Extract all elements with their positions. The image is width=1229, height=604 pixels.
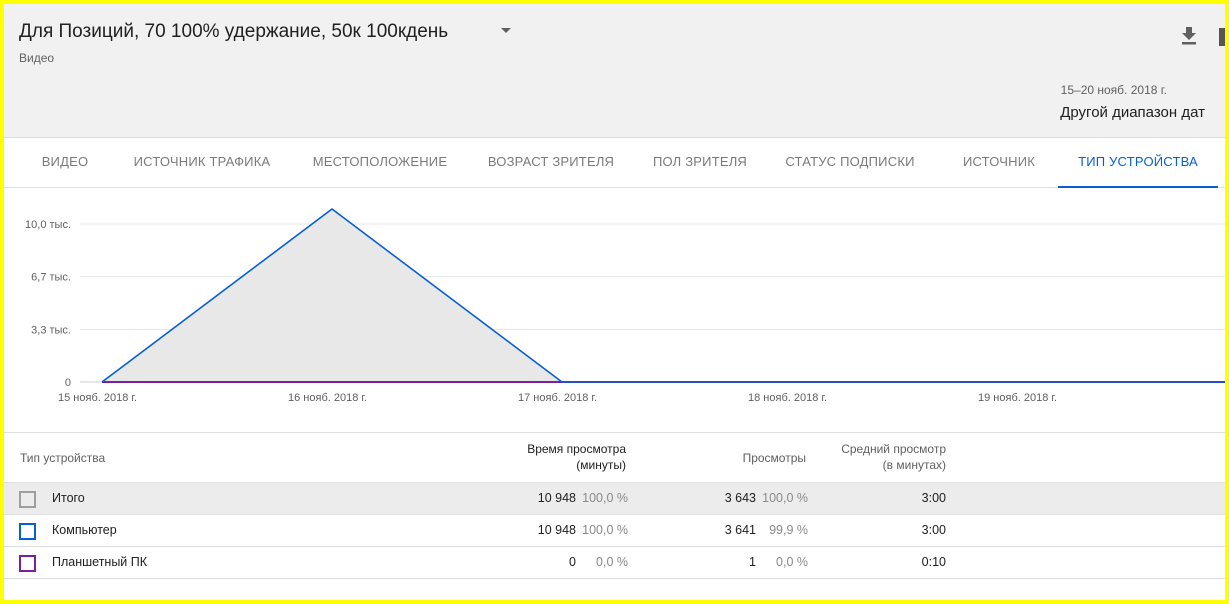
views-value: 3 643: [724, 491, 756, 505]
report-title[interactable]: Для Позиций, 70 100% удержание, 50к 100к…: [19, 21, 448, 43]
tab-traffic-source[interactable]: ИСТОЧНИК ТРАФИКА: [116, 138, 288, 188]
dropdown-arrow-icon[interactable]: [500, 27, 512, 35]
tab-viewer-gender[interactable]: ПОЛ ЗРИТЕЛЯ: [640, 138, 760, 188]
y-tick-label: 3,3 тыс.: [31, 324, 71, 336]
watch-time-percent: 100,0 %: [582, 523, 628, 537]
download-icon[interactable]: [1180, 26, 1198, 46]
y-tick-label: 0: [65, 377, 71, 389]
table-row[interactable]: Итого 10 948 100,0 % 3 643 100,0 % 3:00: [4, 483, 1225, 515]
row-checkbox[interactable]: [19, 491, 36, 508]
table-row[interactable]: Планшетный ПК 0 0,0 % 1 0,0 % 0:10: [4, 547, 1225, 579]
tab-source[interactable]: ИСТОЧНИК: [944, 138, 1054, 188]
watch-time-value: 0: [569, 555, 576, 569]
device-chart: 0 3,3 тыс. 6,7 тыс. 10,0 тыс. 15 нояб. 2018 …: [4, 188, 1225, 408]
avg-view-value: 3:00: [921, 523, 946, 537]
column-avg-view-line1[interactable]: Средний просмотр: [841, 441, 946, 457]
watch-time-value: 10 948: [537, 523, 576, 537]
views-percent: 0,0 %: [776, 555, 808, 569]
x-tick-label: 17 нояб. 2018 г.: [518, 392, 597, 404]
column-watch-time-line1[interactable]: Время просмотра: [527, 441, 626, 457]
table-row[interactable]: Компьютер 10 948 100,0 % 3 641 99,9 % 3:…: [4, 515, 1225, 547]
x-tick-label: 15 нояб. 2018 г.: [58, 392, 137, 404]
table-header: Тип устройства Время просмотра (минуты) …: [4, 433, 1225, 483]
column-avg-view-line2: (в минутах): [882, 458, 946, 472]
row-checkbox[interactable]: [19, 555, 36, 572]
report-subtitle: Видео: [19, 51, 55, 65]
y-tick-label: 10,0 тыс.: [25, 219, 71, 231]
tab-location[interactable]: МЕСТОПОЛОЖЕНИЕ: [298, 138, 462, 188]
series-area: [102, 209, 1225, 382]
date-range-button[interactable]: Другой диапазон дат: [1060, 104, 1205, 121]
x-tick-label: 19 нояб. 2018 г.: [978, 392, 1057, 404]
device-table: Тип устройства Время просмотра (минуты) …: [4, 432, 1225, 579]
analytics-panel: Для Позиций, 70 100% удержание, 50к 100к…: [4, 4, 1225, 600]
column-watch-time-line2: (минуты): [576, 458, 626, 472]
tab-bar: ВИДЕО ИСТОЧНИК ТРАФИКА МЕСТОПОЛОЖЕНИЕ ВО…: [4, 138, 1225, 188]
tab-viewer-age[interactable]: ВОЗРАСТ ЗРИТЕЛЯ: [472, 138, 630, 188]
date-range-label: 15–20 нояб. 2018 г.: [1060, 83, 1167, 97]
avg-view-value: 3:00: [921, 491, 946, 505]
views-percent: 100,0 %: [762, 491, 808, 505]
column-views[interactable]: Просмотры: [743, 450, 806, 466]
views-value: 1: [749, 555, 756, 569]
views-value: 3 641: [724, 523, 756, 537]
views-percent: 99,9 %: [769, 523, 808, 537]
row-label: Планшетный ПК: [52, 555, 148, 569]
tab-video[interactable]: ВИДЕО: [20, 138, 110, 188]
y-tick-label: 6,7 тыс.: [31, 272, 71, 284]
row-label: Компьютер: [52, 523, 117, 537]
row-label: Итого: [52, 491, 85, 505]
tab-device-type[interactable]: ТИП УСТРОЙСТВА: [1058, 138, 1218, 188]
watch-time-percent: 100,0 %: [582, 491, 628, 505]
watch-time-value: 10 948: [537, 491, 576, 505]
more-icon[interactable]: [1219, 28, 1225, 46]
line-chart: 0 3,3 тыс. 6,7 тыс. 10,0 тыс. 15 нояб. 2018 …: [25, 208, 1225, 404]
column-device[interactable]: Тип устройства: [20, 450, 105, 466]
x-tick-label: 16 нояб. 2018 г.: [288, 392, 367, 404]
row-checkbox[interactable]: [19, 523, 36, 540]
watch-time-percent: 0,0 %: [596, 555, 628, 569]
x-tick-label: 18 нояб. 2018 г.: [748, 392, 827, 404]
tab-subscription-status[interactable]: СТАТУС ПОДПИСКИ: [770, 138, 930, 188]
report-header: Для Позиций, 70 100% удержание, 50к 100к…: [4, 4, 1225, 138]
avg-view-value: 0:10: [921, 555, 946, 569]
